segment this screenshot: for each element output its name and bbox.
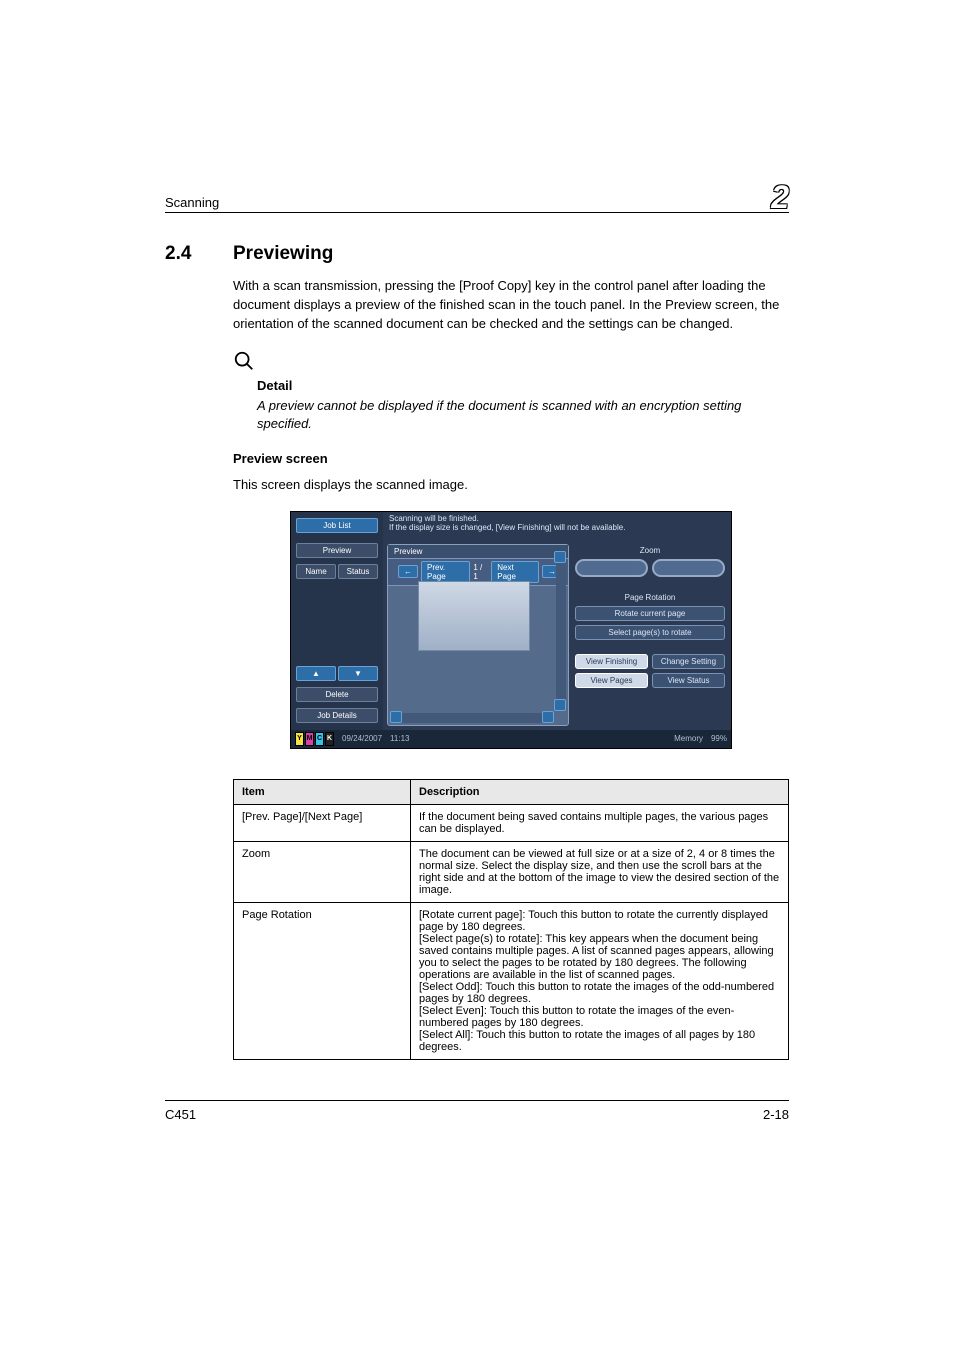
status-button[interactable]: Status — [338, 564, 378, 579]
preview-screen-heading: Preview screen — [233, 451, 789, 466]
col-header-item: Item — [234, 779, 411, 804]
scroll-down-button[interactable]: ▼ — [338, 666, 378, 681]
delete-button[interactable]: Delete — [296, 687, 378, 702]
footer-model: C451 — [165, 1107, 196, 1122]
cell-desc: [Rotate current page]: Touch this button… — [411, 902, 789, 1059]
view-pages-button[interactable]: View Pages — [575, 673, 648, 688]
cell-item: Page Rotation — [234, 902, 411, 1059]
table-row: Page Rotation [Rotate current page]: Tou… — [234, 902, 789, 1059]
preview-screen-para: This screen displays the scanned image. — [233, 476, 789, 495]
intro-paragraph: With a scan transmission, pressing the [… — [233, 277, 789, 334]
horizontal-scrollbar[interactable] — [390, 713, 554, 723]
prev-page-button[interactable]: Prev. Page — [421, 561, 470, 583]
col-header-description: Description — [411, 779, 789, 804]
job-list-button[interactable]: Job List — [296, 518, 378, 533]
memory-label: Memory — [674, 734, 703, 743]
view-status-button[interactable]: View Status — [652, 673, 725, 688]
next-page-button[interactable]: Next Page — [491, 561, 539, 583]
status-message-line1: Scanning will be finished. — [389, 514, 725, 524]
rotate-current-page-button[interactable]: Rotate current page — [575, 606, 725, 621]
table-row: Zoom The document can be viewed at full … — [234, 841, 789, 902]
cell-desc: The document can be viewed at full size … — [411, 841, 789, 902]
view-finishing-button[interactable]: View Finishing — [575, 654, 648, 669]
page-counter: 1 / 1 — [473, 563, 488, 581]
memory-value: 99% — [711, 734, 727, 743]
section-title: Previewing — [233, 243, 333, 265]
page-rotation-label: Page Rotation — [575, 593, 725, 602]
preview-tab[interactable]: Preview — [296, 543, 378, 558]
status-message-line2: If the display size is changed, [View Fi… — [389, 523, 725, 533]
change-setting-button[interactable]: Change Setting — [652, 654, 725, 669]
cell-item: Zoom — [234, 841, 411, 902]
detail-text: A preview cannot be displayed if the doc… — [257, 397, 789, 433]
arrow-left-icon[interactable]: ← — [398, 565, 418, 578]
description-table: Item Description [Prev. Page]/[Next Page… — [233, 779, 789, 1060]
footer-date: 09/24/2007 — [342, 734, 382, 743]
status-message: Scanning will be finished. If the displa… — [383, 512, 731, 540]
touchpanel-screenshot: Job List Scanning will be finished. If t… — [290, 511, 732, 749]
vertical-scrollbar[interactable] — [556, 563, 566, 703]
footer-time: 11:13 — [390, 734, 409, 743]
preview-inner-label: Preview — [394, 547, 422, 556]
chapter-badge-wrap: 2 — [753, 180, 789, 210]
scroll-right-icon[interactable] — [542, 711, 554, 723]
scroll-up-button[interactable]: ▲ — [296, 666, 336, 681]
header-section: Scanning — [165, 195, 219, 210]
preview-image — [418, 581, 530, 651]
page-footer: C451 2-18 — [165, 1100, 789, 1122]
name-button[interactable]: Name — [296, 564, 336, 579]
zoom-label: Zoom — [575, 546, 725, 555]
detail-icon — [233, 350, 789, 376]
cell-item: [Prev. Page]/[Next Page] — [234, 804, 411, 841]
scroll-left-icon[interactable] — [390, 711, 402, 723]
detail-label: Detail — [257, 378, 789, 393]
scroll-up-icon[interactable] — [554, 551, 566, 563]
select-pages-to-rotate-button[interactable]: Select page(s) to rotate — [575, 625, 725, 640]
zoom-out-button[interactable] — [575, 559, 648, 577]
page-header: Scanning 2 — [165, 180, 789, 213]
zoom-in-button[interactable] — [652, 559, 725, 577]
section-heading: 2.4 Previewing — [165, 243, 789, 265]
cell-desc: If the document being saved contains mul… — [411, 804, 789, 841]
table-row: [Prev. Page]/[Next Page] If the document… — [234, 804, 789, 841]
toner-indicator: YMCK — [295, 732, 334, 746]
job-details-button[interactable]: Job Details — [296, 708, 378, 723]
section-number: 2.4 — [165, 243, 207, 265]
preview-pane: Preview ← Prev. Page 1 / 1 Next Page → — [387, 544, 569, 726]
footer-page: 2-18 — [763, 1107, 789, 1122]
chapter-number: 2 — [771, 179, 789, 216]
scroll-down-icon[interactable] — [554, 699, 566, 711]
